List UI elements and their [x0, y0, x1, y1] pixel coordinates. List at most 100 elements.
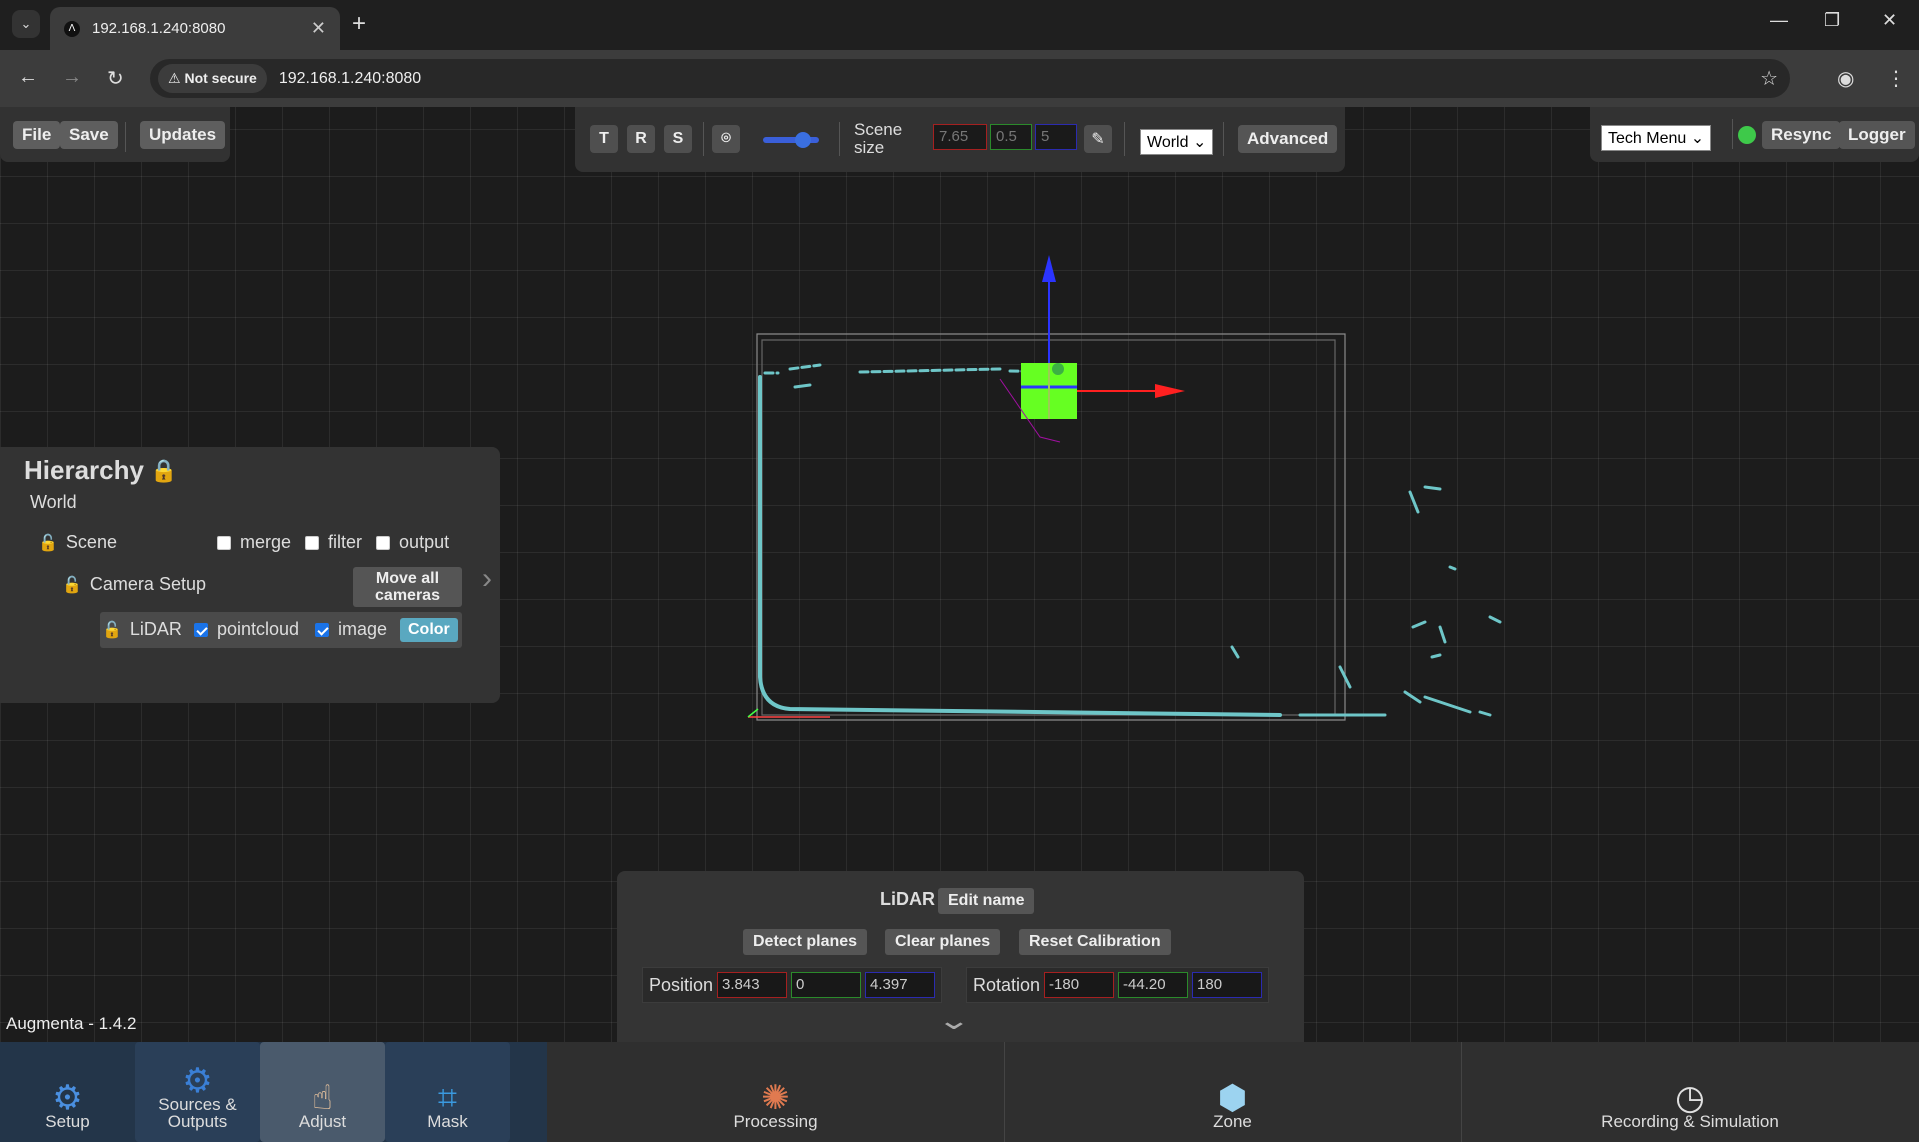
- advanced-button[interactable]: Advanced: [1238, 125, 1338, 153]
- adjust-label: Adjust: [298, 1112, 347, 1131]
- rotation-z-input[interactable]: 180: [1192, 972, 1263, 998]
- sources-label-line1: Sources &: [158, 1095, 237, 1114]
- address-bar[interactable]: ⚠ Not secure 192.168.1.240:8080 ☆: [150, 59, 1790, 98]
- nav-mask[interactable]: ⌗ Mask: [385, 1042, 510, 1142]
- file-button[interactable]: File: [13, 121, 61, 149]
- browser-tab-strip: ⌄ Λ 192.168.1.240:8080 ✕ + — ❐ ✕: [0, 0, 1919, 50]
- hierarchy-title: Hierarchy 🔒: [24, 455, 177, 486]
- rotate-mode-button[interactable]: R: [627, 125, 655, 153]
- profile-icon[interactable]: ◉: [1837, 66, 1854, 91]
- setup-label: Setup: [45, 1112, 90, 1131]
- scene-size-z-input[interactable]: 5: [1035, 124, 1077, 150]
- tab-list-chevron-icon[interactable]: ⌄: [12, 10, 40, 38]
- reload-icon[interactable]: ↻: [107, 66, 124, 91]
- color-button[interactable]: Color: [400, 618, 458, 642]
- position-x-input[interactable]: 3.843: [717, 972, 788, 998]
- tree-item-scene[interactable]: 🔓 Scene: [38, 532, 117, 553]
- zone-label: Zone: [1213, 1112, 1252, 1131]
- translate-mode-button[interactable]: T: [590, 125, 618, 153]
- save-button[interactable]: Save: [60, 121, 118, 149]
- restore-icon[interactable]: ❐: [1824, 10, 1840, 31]
- pointcloud-label: pointcloud: [216, 619, 300, 639]
- close-tab-icon[interactable]: ✕: [311, 18, 326, 39]
- nav-adjust[interactable]: ☝ Adjust: [260, 1042, 385, 1142]
- processing-burst-icon: ✺: [761, 1079, 790, 1117]
- space-select[interactable]: World ⌄: [1140, 129, 1214, 155]
- address-toolbar: ← → ↻ ⚠ Not secure 192.168.1.240:8080 ☆ …: [0, 50, 1919, 107]
- recording-clock-icon: ◷: [1675, 1079, 1705, 1117]
- scene-size-x-input[interactable]: 7.65: [933, 124, 987, 150]
- image-label: image: [338, 619, 388, 639]
- not-secure-chip[interactable]: ⚠ Not secure: [158, 64, 267, 93]
- bottom-navigation: ⚙ Setup ⚙ Sources & Outputs ☝ Adjust ⌗ M…: [0, 1042, 1919, 1142]
- position-label: Position: [649, 974, 714, 995]
- resync-button[interactable]: Resync: [1762, 121, 1841, 149]
- rotation-x-input[interactable]: -180: [1044, 972, 1115, 998]
- move-all-cameras-button[interactable]: Move all cameras: [353, 567, 462, 607]
- transform-toolbar: T R S ⌾ Scene size 7.65 0.5 5 ✎ World ⌄ …: [575, 107, 1345, 172]
- output-checkbox[interactable]: [376, 535, 391, 550]
- edit-name-button[interactable]: Edit name: [938, 888, 1035, 914]
- detect-planes-button[interactable]: Detect planes: [743, 929, 868, 955]
- pointcloud-checkbox[interactable]: [193, 622, 208, 637]
- tree-item-camera-setup[interactable]: 🔓 Camera Setup: [62, 574, 206, 595]
- browser-tab[interactable]: Λ 192.168.1.240:8080 ✕: [50, 7, 340, 50]
- mask-label: Mask: [427, 1112, 468, 1131]
- hierarchy-panel: Hierarchy 🔒 World 🔓 Scene merge filter o…: [0, 447, 500, 703]
- scene-size-y-input[interactable]: 0.5: [990, 124, 1032, 150]
- minimize-icon[interactable]: —: [1770, 10, 1788, 31]
- lidar-lock-icon[interactable]: 🔓: [102, 620, 122, 640]
- logger-button[interactable]: Logger: [1839, 121, 1915, 149]
- gizmo-size-slider[interactable]: [763, 132, 819, 148]
- edit-pencil-icon[interactable]: ✎: [1084, 125, 1112, 153]
- transform-gizmo[interactable]: [999, 255, 1185, 443]
- tree-item-lidar[interactable]: 🔓 LiDAR pointcloud image Color: [100, 612, 462, 648]
- recording-label: Recording & Simulation: [1601, 1112, 1779, 1131]
- adjust-hand-icon: ☝: [312, 1079, 333, 1117]
- move-all-line1: Move all: [375, 570, 440, 587]
- nav-setup[interactable]: ⚙ Setup: [0, 1042, 135, 1142]
- position-y-input[interactable]: 0: [791, 972, 862, 998]
- not-secure-label: Not secure: [184, 70, 257, 86]
- sources-gear-icon: ⚙: [182, 1062, 213, 1100]
- browser-menu-icon[interactable]: ⋮: [1886, 66, 1906, 91]
- filter-checkbox[interactable]: [305, 535, 320, 550]
- collapse-chevron-icon[interactable]: ›: [482, 562, 492, 596]
- scene-lock-icon[interactable]: 🔓: [38, 533, 58, 553]
- nav-processing[interactable]: ✺ Processing: [547, 1042, 1004, 1142]
- scale-mode-button[interactable]: S: [664, 125, 692, 153]
- hierarchy-title-text: Hierarchy: [24, 455, 144, 485]
- position-z-input[interactable]: 4.397: [865, 972, 936, 998]
- camera-setup-label: Camera Setup: [89, 574, 206, 594]
- clear-planes-button[interactable]: Clear planes: [885, 929, 1001, 955]
- snap-magnet-icon[interactable]: ⌾: [712, 125, 740, 153]
- reset-calibration-button[interactable]: Reset Calibration: [1019, 929, 1171, 955]
- slider-thumb[interactable]: [795, 132, 811, 148]
- scene-label: Scene: [65, 532, 117, 552]
- image-checkbox[interactable]: [315, 622, 330, 637]
- inspector-panel: LiDAR Edit name Detect planes Clear plan…: [617, 871, 1304, 1042]
- merge-checkbox[interactable]: [217, 535, 231, 550]
- tree-item-world[interactable]: World: [30, 492, 77, 513]
- bookmark-star-icon[interactable]: ☆: [1760, 66, 1778, 91]
- position-vector: Position 3.843 0 4.397: [642, 967, 943, 1003]
- nav-sources-outputs[interactable]: ⚙ Sources & Outputs: [135, 1042, 260, 1142]
- back-arrow-icon[interactable]: ←: [18, 66, 38, 89]
- updates-button[interactable]: Updates: [140, 121, 226, 149]
- mask-crop-icon: ⌗: [437, 1079, 458, 1117]
- forward-arrow-icon[interactable]: →: [62, 66, 82, 89]
- point-cloud-points: [758, 363, 1502, 717]
- close-window-icon[interactable]: ✕: [1882, 10, 1897, 31]
- rotation-y-input[interactable]: -44.20: [1118, 972, 1189, 998]
- lock-icon[interactable]: 🔒: [150, 458, 177, 484]
- expand-chevron-icon[interactable]: ⌄: [936, 1005, 971, 1036]
- tech-menu-select[interactable]: Tech Menu ⌄: [1601, 125, 1712, 151]
- merge-label: merge: [240, 532, 292, 552]
- camera-setup-lock-icon[interactable]: 🔓: [62, 575, 82, 595]
- url-text[interactable]: 192.168.1.240:8080: [279, 70, 421, 88]
- nav-recording-simulation[interactable]: ◷ Recording & Simulation: [1461, 1042, 1919, 1142]
- object-name: LiDAR: [880, 889, 935, 909]
- zone-cubes-icon: ⬢: [1217, 1079, 1248, 1117]
- nav-zone[interactable]: ⬢ Zone: [1004, 1042, 1461, 1142]
- new-tab-plus-icon[interactable]: +: [352, 10, 366, 38]
